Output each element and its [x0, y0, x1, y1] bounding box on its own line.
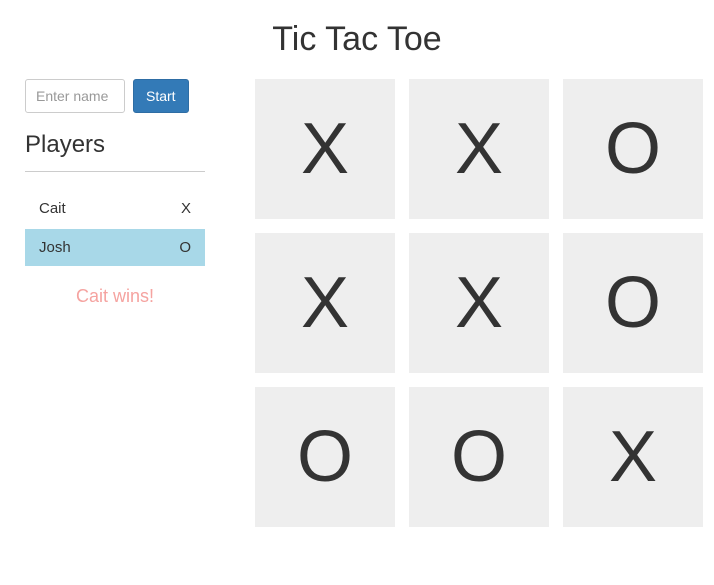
board-cell[interactable]: X [255, 79, 395, 219]
cell-mark: X [609, 421, 657, 493]
player-row: Cait X [25, 190, 205, 227]
page-title: Tic Tac Toe [25, 20, 689, 59]
cell-mark: O [605, 113, 661, 185]
player-name: Josh [39, 239, 71, 256]
board-cell[interactable]: O [563, 79, 703, 219]
board-cell[interactable]: X [563, 387, 703, 527]
board-cell[interactable]: X [409, 79, 549, 219]
sidebar: Start Players Cait X Josh O Cait wins! [25, 79, 205, 527]
cell-mark: O [605, 267, 661, 339]
player-symbol: O [179, 239, 191, 256]
divider [25, 171, 205, 172]
cell-mark: X [455, 267, 503, 339]
cell-mark: O [451, 421, 507, 493]
player-symbol: X [181, 200, 191, 217]
board-cell[interactable]: O [563, 233, 703, 373]
board-cell[interactable]: X [255, 233, 395, 373]
cell-mark: X [301, 113, 349, 185]
board-cell[interactable]: O [255, 387, 395, 527]
players-heading: Players [25, 131, 205, 159]
cell-mark: X [455, 113, 503, 185]
status-message: Cait wins! [25, 286, 205, 307]
start-button[interactable]: Start [133, 79, 189, 113]
name-input[interactable] [25, 79, 125, 113]
player-name: Cait [39, 200, 66, 217]
cell-mark: O [297, 421, 353, 493]
board-cell[interactable]: X [409, 233, 549, 373]
game-board: X X O X X O O O X [255, 79, 703, 527]
cell-mark: X [301, 267, 349, 339]
board-cell[interactable]: O [409, 387, 549, 527]
new-player-form: Start [25, 79, 205, 113]
player-row: Josh O [25, 229, 205, 266]
